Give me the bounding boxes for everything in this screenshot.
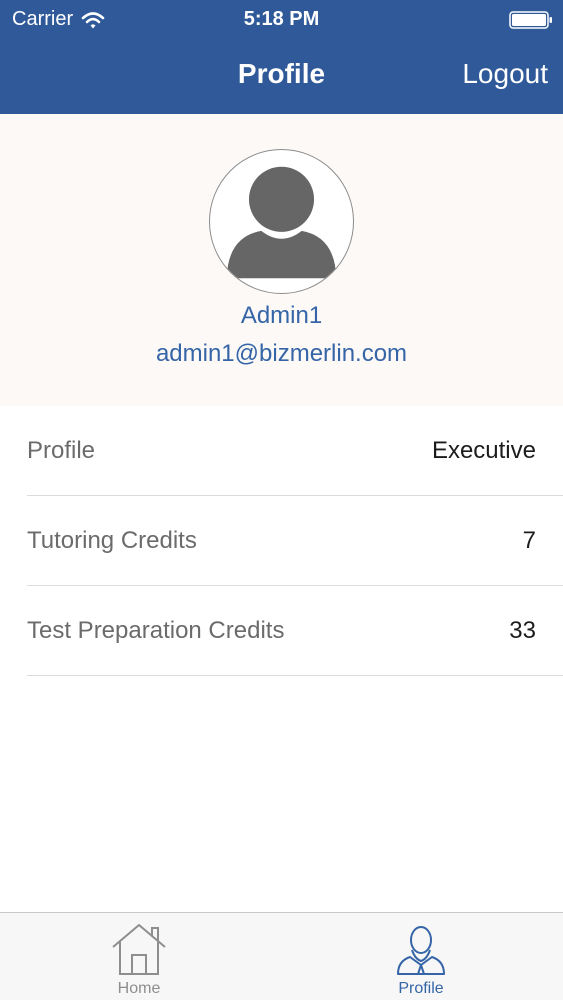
tab-home[interactable]: Home — [69, 913, 209, 1000]
user-email: admin1@bizmerlin.com — [155, 340, 408, 367]
info-label: Profile — [27, 437, 96, 464]
info-row-tutoring-credits: Tutoring Credits 7 — [27, 496, 563, 586]
house-icon — [112, 924, 166, 975]
info-value: Executive — [431, 437, 536, 464]
info-label: Tutoring Credits — [27, 527, 197, 554]
battery-icon — [509, 11, 552, 29]
tab-profile-label: Profile — [398, 980, 444, 997]
navigation-bar: Carrier 5:18 PM Profile Logout — [0, 0, 563, 114]
info-row-profile: Profile Executive — [27, 406, 563, 496]
status-bar: Carrier 5:18 PM — [0, 0, 563, 40]
person-silhouette-icon — [226, 166, 337, 279]
logout-button[interactable]: Logout — [462, 58, 548, 90]
profile-header: Admin1 admin1@bizmerlin.com — [0, 114, 563, 406]
info-label: Test Preparation Credits — [27, 617, 285, 644]
tab-profile[interactable]: Profile — [351, 913, 491, 1000]
info-value: 33 — [509, 617, 536, 644]
user-name: Admin1 — [240, 302, 323, 329]
status-time: 5:18 PM — [243, 8, 320, 30]
info-row-test-preparation-credits: Test Preparation Credits 33 — [27, 586, 563, 676]
avatar[interactable] — [209, 149, 354, 294]
info-value: 7 — [522, 527, 536, 554]
tab-bar: Home Profile — [0, 912, 563, 1000]
person-icon — [397, 926, 445, 975]
tab-home-label: Home — [117, 980, 161, 997]
profile-info-list: Profile Executive Tutoring Credits 7 Tes… — [0, 406, 563, 676]
